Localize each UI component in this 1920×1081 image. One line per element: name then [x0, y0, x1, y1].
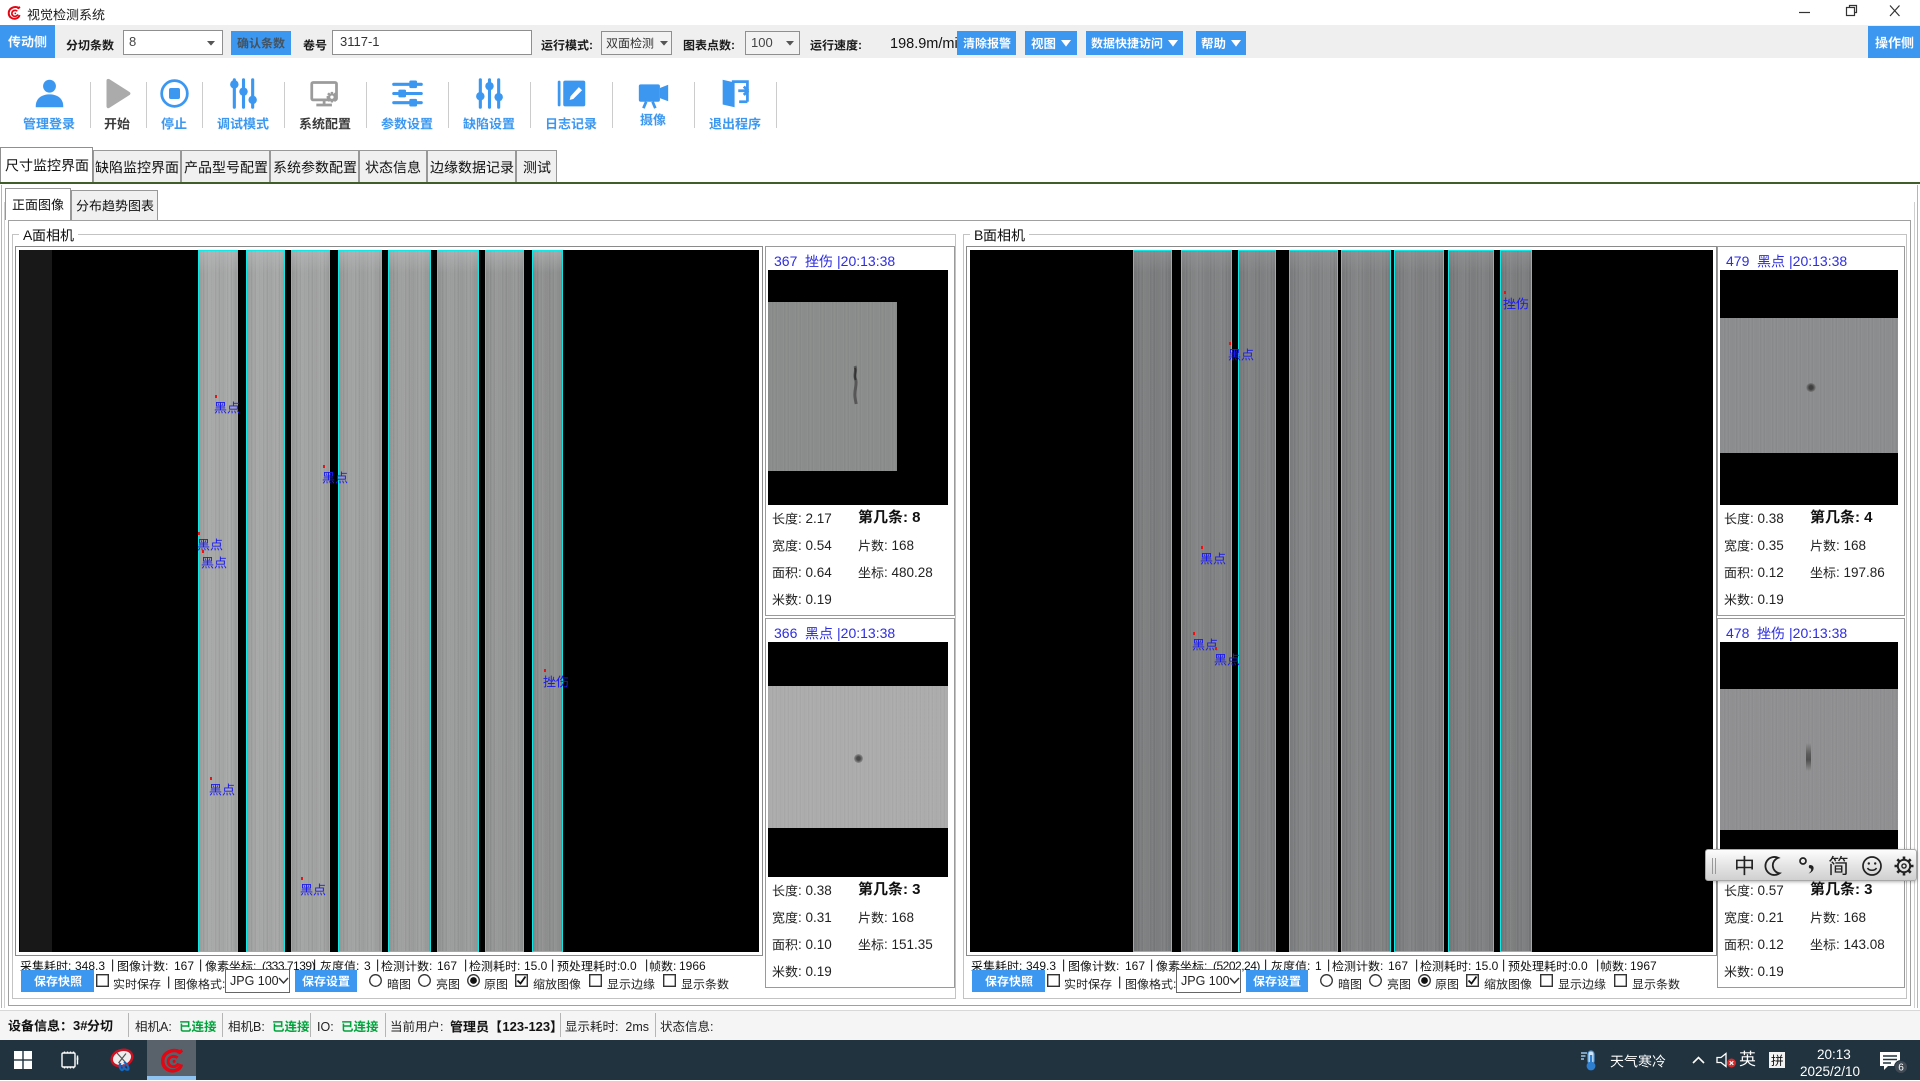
svg-text:6: 6 — [1898, 1063, 1904, 1074]
